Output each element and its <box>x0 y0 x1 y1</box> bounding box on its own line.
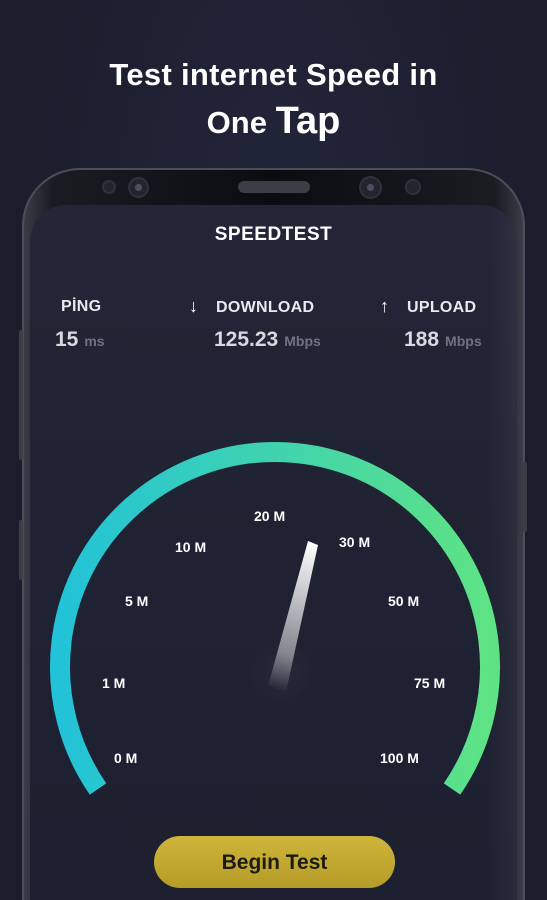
gauge-tick-label: 100 M <box>380 750 419 766</box>
gauge-tick-label: 0 M <box>114 750 137 766</box>
speed-gauge: 0 M 1 M 5 M 10 M 20 M 30 M 50 M 75 M 100… <box>50 442 500 795</box>
gauge-tick-label: 75 M <box>414 675 445 691</box>
gauge-tick-label: 50 M <box>388 593 419 609</box>
promo-screen: Test internet Speed in One Tap SPEEDTEST… <box>0 0 547 900</box>
gauge-tick-label: 10 M <box>175 539 206 555</box>
gauge-tick-label: 30 M <box>339 534 370 550</box>
gauge-tick-label: 5 M <box>125 593 148 609</box>
begin-test-button[interactable]: Begin Test <box>154 836 395 888</box>
gauge-tick-label: 20 M <box>254 508 285 524</box>
gauge-arc <box>50 442 500 795</box>
gauge-tick-label: 1 M <box>102 675 125 691</box>
